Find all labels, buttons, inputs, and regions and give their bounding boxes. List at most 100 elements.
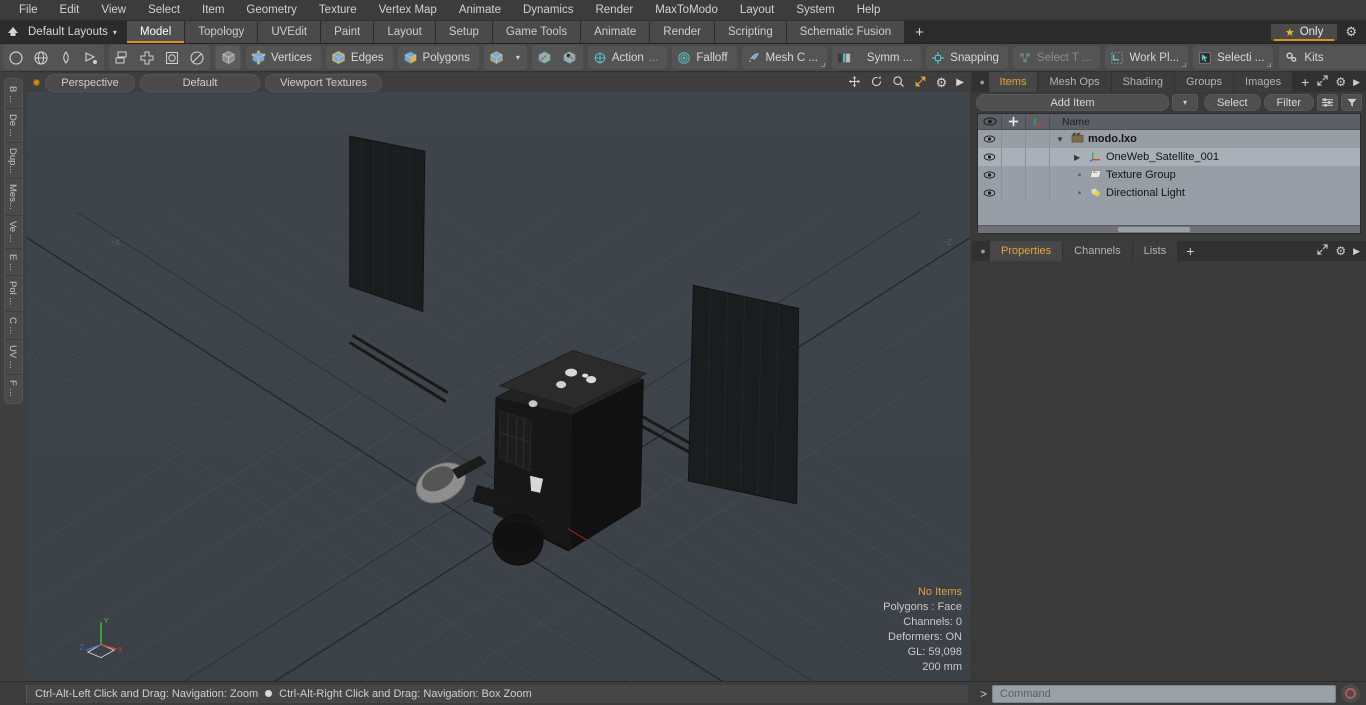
layout-tab-setup[interactable]: Setup: [435, 21, 493, 43]
pan-icon[interactable]: [848, 75, 861, 91]
menu-item-maxtomodo[interactable]: MaxToModo: [644, 0, 729, 21]
row-transform-toggle[interactable]: [1026, 166, 1050, 184]
item-cube-icon[interactable]: [485, 46, 509, 69]
add-panel-tab-button[interactable]: +: [1293, 72, 1318, 92]
select-button[interactable]: Select: [1203, 94, 1261, 111]
row-visibility-toggle[interactable]: [978, 130, 1002, 148]
menu-item-vertex-map[interactable]: Vertex Map: [368, 0, 448, 21]
select-through-button[interactable]: Select T ...: [1012, 46, 1101, 69]
viewport-projection-selector[interactable]: Perspective: [45, 73, 135, 92]
menu-item-texture[interactable]: Texture: [308, 0, 368, 21]
tab-mesh-ops[interactable]: Mesh Ops: [1038, 72, 1112, 92]
row-lock-toggle[interactable]: [1002, 130, 1026, 148]
circle-icon[interactable]: [4, 46, 28, 69]
axis-gizmo[interactable]: Y X Z: [73, 611, 129, 667]
menu-item-file[interactable]: File: [8, 0, 49, 21]
tab-properties[interactable]: Properties: [990, 241, 1064, 261]
bevel-icon[interactable]: [160, 46, 184, 69]
kits-button[interactable]: Kits: [1279, 46, 1366, 69]
rail-tab-uv[interactable]: UV ...: [5, 340, 22, 375]
only-toggle-button[interactable]: ★ Only: [1270, 23, 1338, 41]
items-row-name-cell[interactable]: ▪ Texture Group: [1050, 166, 1360, 184]
play-icon[interactable]: ▶: [956, 77, 964, 88]
row-visibility-toggle[interactable]: [978, 184, 1002, 202]
command-input[interactable]: Command: [992, 684, 1336, 703]
menu-item-item[interactable]: Item: [191, 0, 235, 21]
table-row[interactable]: ▶ OneWeb_Satellite_001: [978, 148, 1360, 166]
tab-groups[interactable]: Groups: [1174, 72, 1235, 92]
3d-viewport[interactable]: -x -z No Items Polygons : Face Channels:…: [27, 92, 970, 681]
add-layout-tab-button[interactable]: +: [905, 21, 934, 43]
center-cube-icon[interactable]: [558, 46, 582, 69]
viewport-preset-selector[interactable]: Default: [140, 73, 260, 92]
action-center-button[interactable]: Action ...: [587, 46, 668, 69]
symmetry-button[interactable]: Symm ...: [831, 46, 922, 69]
viewport-active-dot[interactable]: [33, 79, 40, 86]
row-visibility-toggle[interactable]: [978, 166, 1002, 184]
rail-tab-polygon[interactable]: Pol ...: [5, 276, 22, 312]
layout-preset-selector[interactable]: Default Layouts ▾: [26, 21, 127, 43]
curve-icon[interactable]: [79, 46, 103, 69]
cube-icon[interactable]: [216, 46, 240, 69]
items-row-name-cell[interactable]: ▶ OneWeb_Satellite_001: [1050, 148, 1360, 166]
menu-item-layout[interactable]: Layout: [729, 0, 786, 21]
gear-icon[interactable]: ⚙: [1335, 244, 1346, 258]
layout-tab-render[interactable]: Render: [650, 21, 715, 43]
expand-triangle-icon[interactable]: ▼: [1056, 135, 1067, 144]
snapping-button[interactable]: Snapping: [926, 46, 1008, 69]
record-icon[interactable]: [1341, 684, 1360, 703]
layout-tab-uvedit[interactable]: UVEdit: [258, 21, 322, 43]
row-transform-toggle[interactable]: [1026, 148, 1050, 166]
pivot-cube-icon[interactable]: [533, 46, 557, 69]
rail-tab-duplicate[interactable]: Dup...: [5, 143, 22, 179]
selection-sets-button[interactable]: Selecti ...: [1193, 46, 1274, 69]
menu-item-view[interactable]: View: [90, 0, 137, 21]
rail-tab-basic[interactable]: B ...: [5, 81, 22, 109]
mesh-constraint-button[interactable]: Mesh C ...: [741, 46, 827, 69]
row-transform-toggle[interactable]: [1026, 184, 1050, 202]
gear-icon[interactable]: ⚙: [1335, 75, 1346, 89]
row-visibility-toggle[interactable]: [978, 148, 1002, 166]
menu-item-render[interactable]: Render: [584, 0, 644, 21]
items-tree-list[interactable]: Name ▼ modo.lxo ▶ OneWeb_Satellite_001 ▪…: [977, 113, 1361, 234]
tab-channels[interactable]: Channels: [1063, 241, 1133, 261]
scrollbar-thumb[interactable]: [1118, 227, 1190, 232]
pen-icon[interactable]: [54, 46, 78, 69]
rail-tab-fusion[interactable]: F ...: [5, 375, 22, 401]
tab-shading[interactable]: Shading: [1111, 72, 1175, 92]
gear-icon[interactable]: ⚙: [936, 75, 948, 91]
panel-menu-dot-icon[interactable]: ●: [976, 241, 990, 261]
layout-tab-model[interactable]: Model: [126, 21, 186, 43]
chevron-down-icon[interactable]: ▾: [510, 46, 526, 69]
table-row[interactable]: ▪ Directional Light: [978, 184, 1360, 202]
layout-tab-paint[interactable]: Paint: [321, 21, 375, 43]
layout-tab-layout[interactable]: Layout: [374, 21, 436, 43]
falloff-button[interactable]: Falloff: [672, 46, 737, 69]
row-lock-toggle[interactable]: [1002, 166, 1026, 184]
fit-icon[interactable]: [914, 75, 927, 91]
work-plane-button[interactable]: Work Pl...: [1105, 46, 1189, 69]
row-lock-toggle[interactable]: [1002, 184, 1026, 202]
menu-item-select[interactable]: Select: [137, 0, 191, 21]
menu-item-animate[interactable]: Animate: [448, 0, 512, 21]
rail-tab-curve[interactable]: C ...: [5, 312, 22, 341]
layout-tab-game-tools[interactable]: Game Tools: [492, 21, 582, 43]
tab-lists[interactable]: Lists: [1132, 241, 1179, 261]
menu-item-help[interactable]: Help: [846, 0, 892, 21]
funnel-icon[interactable]: [1341, 94, 1362, 111]
row-transform-toggle[interactable]: [1026, 130, 1050, 148]
arrow-icon[interactable]: ▶: [1353, 246, 1360, 257]
expand-triangle-icon[interactable]: ▶: [1074, 153, 1085, 162]
items-list-scrollbar[interactable]: [978, 225, 1360, 233]
items-row-name-cell[interactable]: ▪ Directional Light: [1050, 184, 1360, 202]
table-row[interactable]: ▪ Texture Group: [978, 166, 1360, 184]
filter-button[interactable]: Filter: [1263, 94, 1314, 111]
expand-icon[interactable]: [1317, 244, 1328, 258]
layout-tab-animate[interactable]: Animate: [581, 21, 651, 43]
selection-mode-edges[interactable]: Edges: [325, 46, 393, 69]
menu-item-system[interactable]: System: [785, 0, 845, 21]
arrow-icon[interactable]: ▶: [1353, 77, 1360, 88]
plane-icon[interactable]: [135, 46, 159, 69]
expand-icon[interactable]: [1317, 75, 1328, 89]
selection-mode-vertices[interactable]: Vertices: [246, 46, 321, 69]
